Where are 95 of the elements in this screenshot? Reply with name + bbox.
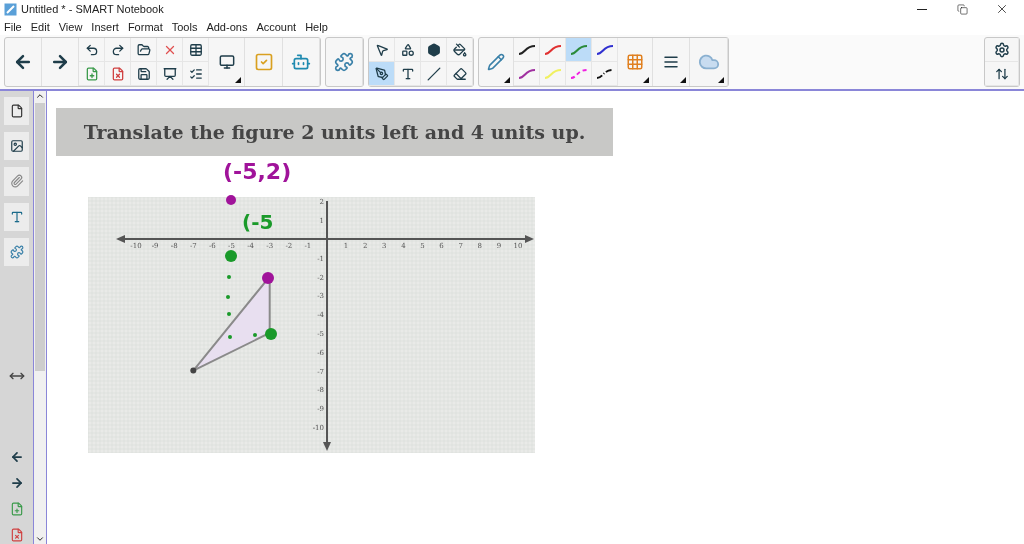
save-icon — [136, 66, 151, 81]
ink-dot — [262, 272, 274, 284]
gallery-tab[interactable] — [4, 132, 29, 161]
settings-icon — [993, 41, 1010, 58]
ink-dot — [225, 250, 237, 262]
scrollbar-thumb[interactable] — [35, 103, 45, 371]
puzzle-icon — [9, 244, 24, 259]
menu-item[interactable]: View — [58, 20, 83, 33]
page-plus-icon — [84, 66, 99, 81]
pen-button[interactable] — [514, 38, 540, 62]
pen-button[interactable] — [592, 38, 618, 62]
undo-button[interactable] — [79, 38, 105, 62]
handwritten-note: (-5,2) — [223, 159, 292, 184]
vertex-dot — [190, 367, 197, 374]
table-icon — [188, 42, 203, 57]
close-icon — [995, 2, 1009, 16]
window-title: Untitled * - SMART Notebook — [21, 3, 165, 15]
text-icon — [9, 209, 24, 224]
redo-button[interactable] — [105, 38, 131, 62]
text-tool-button[interactable] — [395, 62, 421, 86]
monitor-icon — [218, 54, 235, 70]
checkbox-icon — [253, 52, 274, 72]
menu-item[interactable]: Account — [256, 20, 297, 33]
ink-dot — [228, 335, 232, 339]
ink-dot — [265, 328, 277, 340]
open-file-button[interactable] — [131, 38, 157, 62]
pens-button[interactable] — [369, 62, 395, 86]
table-button[interactable] — [183, 38, 209, 62]
dropdown-arrow-icon — [643, 77, 649, 83]
page-x-icon — [9, 527, 24, 542]
page-icon — [9, 104, 24, 119]
undo-icon — [84, 42, 99, 57]
text-icon — [400, 66, 415, 81]
delete-button[interactable] — [157, 38, 183, 62]
page-x-icon — [110, 66, 125, 81]
handwritten-note: (-5 — [242, 210, 274, 234]
attachment-tab[interactable] — [4, 167, 29, 196]
fill-button[interactable] — [447, 38, 473, 62]
eraser-icon — [452, 66, 467, 81]
up-down-arrow-icon — [994, 66, 1009, 81]
lines-icon — [663, 54, 679, 70]
text-format-button[interactable] — [183, 62, 209, 86]
line-icon — [426, 66, 441, 81]
menu-item[interactable]: Format — [127, 20, 163, 33]
scroll-down-icon — [35, 534, 45, 544]
properties-tab[interactable] — [4, 202, 29, 231]
pointer-icon — [374, 42, 389, 57]
move-toolbar-button[interactable] — [985, 62, 1019, 86]
menu-item[interactable]: Insert — [91, 20, 119, 33]
menu-item[interactable]: File — [4, 20, 22, 33]
hexagon-icon — [426, 42, 441, 57]
ink-dot — [226, 295, 230, 299]
pen-icon — [374, 66, 389, 81]
ink-dot — [227, 275, 231, 279]
menu-item[interactable]: Edit — [30, 20, 50, 33]
dropdown-arrow-icon — [504, 77, 510, 83]
robot-icon — [291, 52, 311, 72]
paint-bucket-icon — [452, 42, 467, 57]
folder-icon — [136, 42, 151, 57]
dropdown-arrow-icon — [718, 77, 724, 83]
delete-page-button[interactable] — [105, 62, 131, 86]
menu-item[interactable]: Add-ons — [206, 20, 248, 33]
pen-button[interactable] — [592, 62, 618, 86]
save-button[interactable] — [131, 62, 157, 86]
paperclip-icon — [9, 174, 24, 189]
page-plus-icon — [9, 501, 24, 516]
redo-icon — [110, 42, 125, 57]
dropdown-arrow-icon — [680, 77, 686, 83]
pencil-icon — [487, 53, 505, 71]
ink-dot — [226, 195, 236, 205]
dropdown-arrow-icon — [235, 77, 241, 83]
screen-icon — [162, 66, 177, 81]
show-button[interactable] — [157, 62, 183, 86]
eraser-button[interactable] — [447, 62, 473, 86]
arrow-left-icon — [9, 450, 24, 465]
minimize-icon — [917, 8, 927, 10]
scroll-up-icon — [35, 91, 45, 101]
arrow-right-icon — [50, 52, 70, 72]
shapes-button[interactable] — [395, 38, 421, 62]
image-icon — [9, 139, 24, 154]
add-ons-tab[interactable] — [4, 237, 29, 266]
grid-icon — [626, 53, 644, 71]
shapes-icon — [400, 42, 415, 57]
menu-item[interactable]: Help — [305, 20, 328, 33]
polygon-button[interactable] — [421, 38, 447, 62]
ink-dot — [227, 312, 231, 316]
question-banner: Translate the figure 2 units left and 4 units up. — [56, 108, 613, 156]
app-icon — [4, 2, 17, 16]
page-sorter-tab[interactable] — [4, 97, 29, 126]
ink-dot — [253, 333, 257, 337]
settings-button[interactable] — [985, 38, 1019, 62]
restore-icon — [956, 3, 968, 15]
menu-item[interactable]: Tools — [171, 20, 198, 33]
list-icon — [188, 66, 203, 81]
puzzle-icon — [334, 52, 354, 72]
